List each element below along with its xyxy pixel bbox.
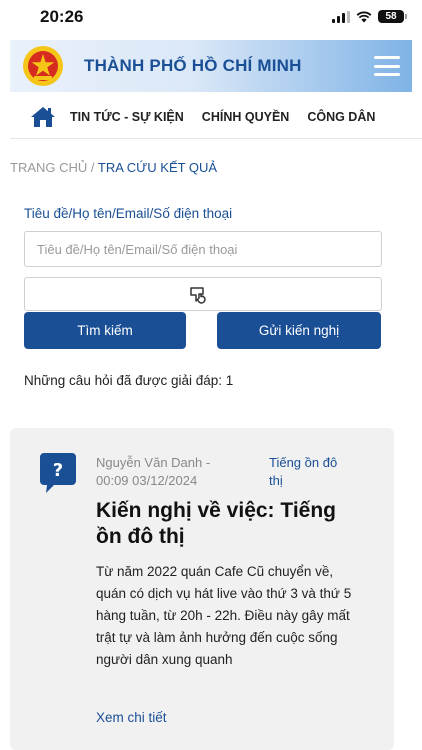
nav-item-government[interactable]: CHÍNH QUYỀN — [202, 110, 290, 124]
view-detail-link[interactable]: Xem chi tiết — [96, 710, 171, 725]
status-icons: 58 — [332, 10, 407, 23]
card-title[interactable]: Kiến nghị về việc: Tiếng ồn đô thị — [96, 498, 366, 550]
submit-petition-button[interactable]: Gửi kiến nghị — [217, 312, 381, 349]
nav-item-news[interactable]: TIN TỨC - SỰ KIỆN — [70, 110, 184, 124]
topic-link[interactable]: Tiếng ồn đô thị — [269, 454, 349, 490]
breadcrumb-separator: / — [87, 160, 98, 175]
refresh-captcha-icon[interactable] — [187, 284, 209, 306]
post-datetime: 00:09 03/12/2024 — [96, 473, 198, 488]
status-bar: 20:26 58 — [0, 0, 422, 36]
main-nav: TIN TỨC - SỰ KIỆN CHÍNH QUYỀN CÔNG DÂN — [10, 95, 422, 139]
hamburger-icon — [374, 56, 400, 59]
svg-text:?: ? — [53, 460, 63, 481]
result-card: ? Nguyễn Văn Danh - 00:09 03/12/2024 Tiế… — [10, 428, 394, 750]
status-time: 20:26 — [40, 7, 84, 26]
card-body: Từ năm 2022 quán Cafe Cũ chuyển về, quán… — [96, 564, 352, 667]
site-header: THÀNH PHỐ HỒ CHÍ MINH — [10, 40, 412, 92]
author-name: Nguyễn Văn Danh - — [96, 455, 211, 470]
card-author: Nguyễn Văn Danh - 00:09 03/12/2024 — [96, 454, 246, 490]
emblem-icon — [23, 46, 63, 86]
search-input[interactable] — [24, 231, 382, 267]
site-title[interactable]: THÀNH PHỐ HỒ CHÍ MINH — [84, 56, 302, 76]
search-field-label: Tiêu đề/Họ tên/Email/Số điện thoại — [24, 206, 233, 221]
nav-item-citizen[interactable]: CÔNG DÂN — [307, 110, 375, 124]
breadcrumb: TRANG CHỦ / TRA CỨU KẾT QUẢ — [10, 160, 217, 175]
wifi-icon — [356, 11, 372, 22]
signal-icon — [332, 10, 350, 23]
breadcrumb-home[interactable]: TRANG CHỦ — [10, 160, 87, 175]
battery-icon: 58 — [378, 10, 407, 23]
breadcrumb-current: TRA CỨU KẾT QUẢ — [97, 160, 218, 175]
captcha-box[interactable] — [24, 277, 382, 311]
search-button[interactable]: Tìm kiếm — [24, 312, 186, 349]
home-icon[interactable] — [30, 106, 56, 128]
answered-count: Những câu hỏi đã được giải đáp: 1 — [24, 373, 234, 388]
hamburger-menu-button[interactable] — [374, 56, 400, 76]
question-icon: ? — [40, 453, 76, 493]
